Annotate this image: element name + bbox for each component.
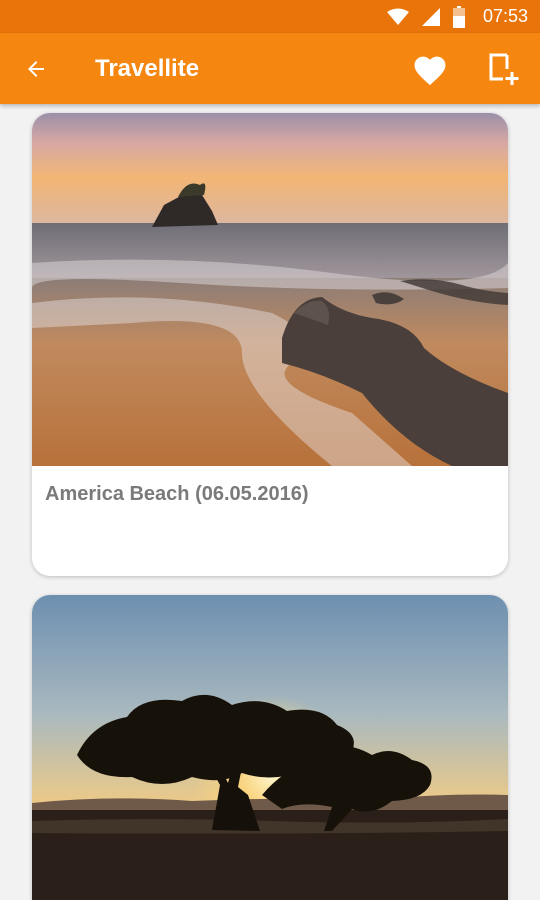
battery-icon bbox=[452, 5, 465, 28]
app-bar: Travellite bbox=[0, 33, 540, 104]
trip-feed[interactable]: America Beach (06.05.2016) bbox=[0, 104, 540, 900]
wifi-icon bbox=[386, 8, 409, 25]
app-title: Travellite bbox=[95, 55, 200, 82]
back-arrow-icon bbox=[28, 61, 44, 77]
trip-card[interactable] bbox=[32, 595, 508, 900]
status-time: 07:53 bbox=[482, 6, 528, 26]
cell-signal-icon bbox=[421, 7, 440, 26]
add-to-list-button[interactable] bbox=[482, 48, 526, 90]
beach-photo bbox=[32, 113, 508, 466]
trip-caption: America Beach (06.05.2016) bbox=[45, 483, 309, 505]
sunset-tree-photo bbox=[32, 595, 508, 900]
trip-card[interactable]: America Beach (06.05.2016) bbox=[32, 113, 508, 576]
status-icons: 07:53 bbox=[386, 0, 528, 33]
favorite-button[interactable] bbox=[408, 48, 452, 90]
add-to-list-icon bbox=[489, 53, 519, 85]
heart-icon bbox=[414, 56, 446, 86]
back-button[interactable] bbox=[16, 50, 56, 88]
status-bar: 07:53 bbox=[0, 0, 540, 33]
